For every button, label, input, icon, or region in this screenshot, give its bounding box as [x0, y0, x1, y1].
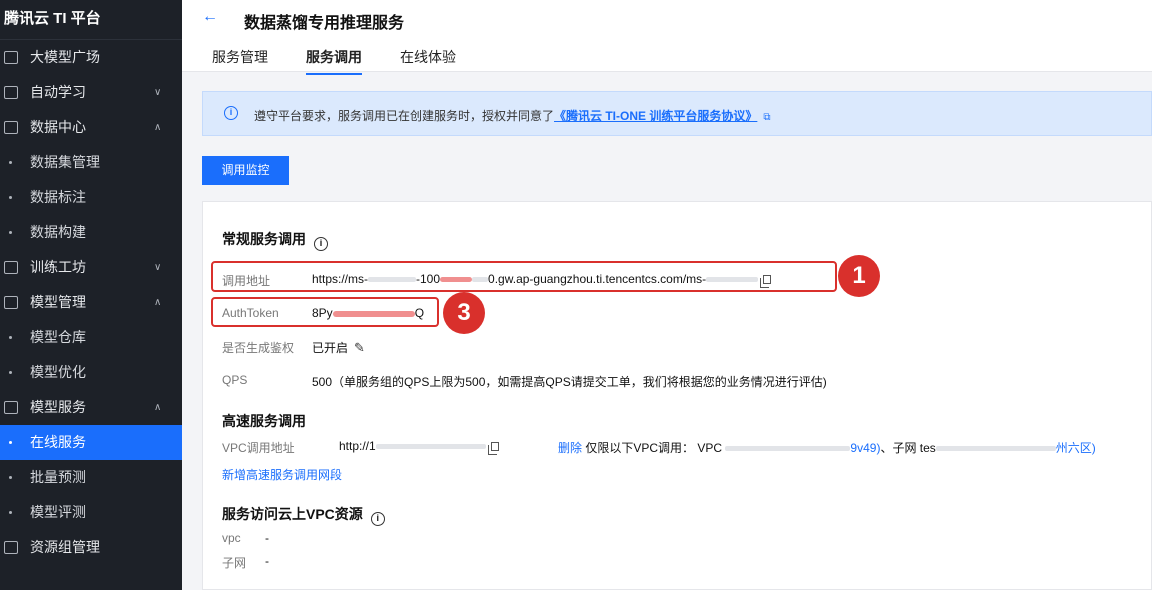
sidebar-item-label: 模型管理: [30, 294, 86, 310]
chevron-up-icon: ∧: [154, 402, 162, 413]
sidebar-item-label: 训练工坊: [30, 259, 86, 275]
sidebar-item-label: 资源组管理: [30, 539, 100, 555]
vpc-restriction-text: 仅限以下VPC调用：: [585, 441, 695, 455]
vpc-url-value: http://1: [339, 439, 499, 455]
edit-icon[interactable]: ✎: [354, 340, 365, 356]
auth-label: 是否生成鉴权: [222, 341, 295, 355]
qps-label: QPS: [222, 373, 248, 387]
notice-text: 遵守平台要求，服务调用已在创建服务时，授权并同意了《腾讯云 TI-ONE 训练平…: [254, 107, 771, 124]
sidebar-item-data-labeling[interactable]: 数据标注: [0, 180, 182, 215]
vpc-id-link[interactable]: 9v49): [850, 441, 880, 455]
tab-service-management[interactable]: 服务管理: [212, 47, 268, 75]
laptop-icon: [4, 261, 18, 274]
monitor-chart-icon: [4, 86, 18, 99]
add-highspeed-segment-link[interactable]: 新增高速服务调用网段: [222, 466, 342, 483]
cloud-vpc-value: -: [265, 531, 269, 545]
sidebar: 腾讯云 TI 平台 大模型广场 自动学习 ∨ 数据中心 ∧ 数据集管理 数据标注 数…: [0, 0, 182, 590]
info-icon[interactable]: i: [314, 237, 328, 251]
callout-box-url: [211, 261, 837, 292]
sidebar-item-model-management[interactable]: 模型管理 ∧: [0, 285, 182, 320]
layout-icon: [4, 51, 18, 64]
resource-icon: [4, 541, 18, 554]
vpc-prefix: VPC: [697, 441, 723, 455]
sidebar-item-label: 大模型广场: [30, 49, 100, 65]
cloud-subnet-value: -: [265, 554, 269, 568]
region-link[interactable]: 州六区): [1056, 441, 1096, 455]
vpc-url-label: VPC调用地址: [222, 441, 295, 455]
cloud-subnet-label: 子网: [222, 556, 247, 570]
delete-link[interactable]: 删除: [558, 441, 582, 455]
cube-icon: [4, 296, 18, 309]
sidebar-item-model-square[interactable]: 大模型广场: [0, 40, 182, 75]
tab-online-experience[interactable]: 在线体验: [400, 47, 456, 75]
info-icon: i: [224, 106, 238, 120]
chevron-down-icon: ∨: [154, 262, 162, 273]
sidebar-nav: 大模型广场 自动学习 ∨ 数据中心 ∧ 数据集管理 数据标注 数据构建 训练工坊 ∨ …: [0, 40, 182, 565]
external-link-icon[interactable]: ⧉: [763, 112, 770, 123]
sidebar-item-training-workshop[interactable]: 训练工坊 ∨: [0, 250, 182, 285]
call-monitor-button[interactable]: 调用监控: [202, 156, 289, 185]
sidebar-item-dataset-management[interactable]: 数据集管理: [0, 145, 182, 180]
sidebar-item-model-optimization[interactable]: 模型优化: [0, 355, 182, 390]
page-title: 数据蒸馏专用推理服务: [244, 15, 405, 32]
info-icon[interactable]: i: [370, 512, 385, 526]
sidebar-item-resource-group[interactable]: 资源组管理: [0, 530, 182, 565]
masked-text: [375, 444, 486, 450]
chevron-up-icon: ∧: [154, 122, 162, 133]
invocation-card: 常规服务调用 i 调用地址 https://ms- -100 0.gw.ap-guan…: [202, 201, 1152, 590]
sidebar-item-model-service[interactable]: 模型服务 ∧: [0, 390, 182, 425]
tab-service-invocation[interactable]: 服务调用: [306, 47, 362, 75]
notice-message: 遵守平台要求，服务调用已在创建服务时，授权并同意了: [254, 109, 555, 123]
server-icon: [4, 401, 18, 414]
highspeed-invocation-section: 高速服务调用: [222, 413, 306, 429]
cloud-vpc-section: 服务访问云上VPC资源 i: [222, 504, 385, 526]
back-arrow-icon[interactable]: ←: [202, 8, 218, 26]
sidebar-item-auto-learning[interactable]: 自动学习 ∨: [0, 75, 182, 110]
section-title: 服务访问云上VPC资源: [222, 506, 363, 522]
sidebar-item-label: 自动学习: [30, 84, 86, 100]
brand-title: 腾讯云 TI 平台: [0, 0, 182, 40]
masked-text: [725, 446, 851, 452]
sidebar-item-label: 模型服务: [30, 399, 86, 415]
masked-text: [935, 446, 1056, 452]
copy-icon[interactable]: [487, 442, 499, 455]
vpc-address: http://1: [339, 439, 376, 453]
calendar-icon: [4, 121, 18, 134]
notice-banner: i 遵守平台要求，服务调用已在创建服务时，授权并同意了《腾讯云 TI-ONE 训…: [202, 91, 1152, 136]
callout-badge-3: 3: [443, 292, 485, 334]
sidebar-item-model-evaluation[interactable]: 模型评测: [0, 495, 182, 530]
qps-value: 500（单服务组的QPS上限为500，如需提高QPS请提交工单，我们将根据您的业…: [312, 375, 827, 389]
sidebar-item-online-service[interactable]: 在线服务: [0, 425, 182, 460]
vpc-detail: 删除 仅限以下VPC调用： VPC 9v49)、子网 tes 州六区): [558, 439, 1096, 456]
auth-status: 已开启 ✎: [312, 339, 365, 356]
chevron-up-icon: ∧: [154, 297, 162, 308]
sidebar-item-label: 数据中心: [30, 119, 86, 135]
regular-invocation-section: 常规服务调用 i: [222, 229, 328, 251]
tab-bar: 服务管理 服务调用 在线体验: [212, 47, 494, 75]
sidebar-item-model-repository[interactable]: 模型仓库: [0, 320, 182, 355]
sidebar-item-data-building[interactable]: 数据构建: [0, 215, 182, 250]
page-header: ← 数据蒸馏专用推理服务 服务管理 服务调用 在线体验: [182, 0, 1152, 75]
section-title: 常规服务调用: [222, 231, 306, 247]
sidebar-item-batch-prediction[interactable]: 批量预测: [0, 460, 182, 495]
callout-box-token: [211, 297, 439, 327]
chevron-down-icon: ∨: [154, 87, 162, 98]
subnet-text: 、子网 tes: [880, 441, 936, 455]
sidebar-item-data-center[interactable]: 数据中心 ∧: [0, 110, 182, 145]
auth-status-text: 已开启: [312, 341, 349, 355]
cloud-vpc-label: vpc: [222, 531, 241, 545]
agreement-link[interactable]: 《腾讯云 TI-ONE 训练平台服务协议》: [554, 109, 757, 123]
callout-badge-1: 1: [838, 255, 880, 297]
